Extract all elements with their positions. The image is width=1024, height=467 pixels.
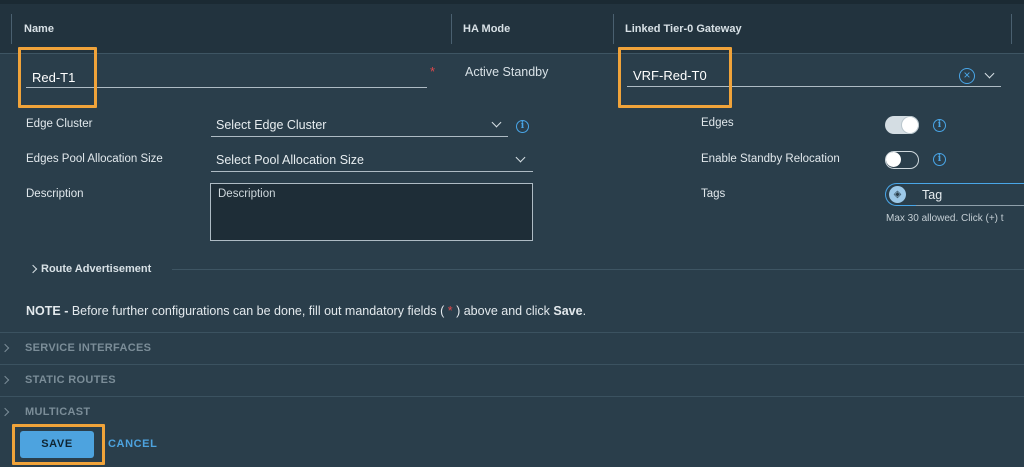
tag-icon: ◈ xyxy=(889,186,906,203)
info-icon[interactable]: i xyxy=(933,153,946,166)
tag-underline xyxy=(916,205,1024,206)
pool-allocation-underline xyxy=(211,171,533,172)
info-icon[interactable]: i xyxy=(933,119,946,132)
note-prefix: NOTE - xyxy=(26,304,69,318)
tags-hint: Max 30 allowed. Click (+) t xyxy=(886,213,1004,224)
section-title: SERVICE INTERFACES xyxy=(25,342,152,354)
table-header: Name HA Mode Linked Tier-0 Gateway xyxy=(0,4,1024,54)
required-asterisk: * xyxy=(430,64,436,79)
chevron-right-icon xyxy=(0,343,10,353)
column-divider xyxy=(1011,14,1012,44)
cancel-button[interactable]: CANCEL xyxy=(108,431,157,458)
chevron-down-icon[interactable] xyxy=(984,68,995,79)
tag-input[interactable]: ◈ Tag xyxy=(885,183,1024,206)
gateway-highlight-box xyxy=(618,47,732,108)
edges-toggle[interactable] xyxy=(885,116,919,134)
chevron-right-icon[interactable] xyxy=(28,264,38,274)
chevron-right-icon xyxy=(0,375,10,385)
section-static-routes[interactable]: STATIC ROUTES xyxy=(0,364,1024,396)
column-divider xyxy=(451,14,452,44)
section-service-interfaces[interactable]: SERVICE INTERFACES xyxy=(0,332,1024,364)
note-text: Before further configurations can be don… xyxy=(68,304,448,318)
description-label: Description xyxy=(26,188,84,200)
tags-label: Tags xyxy=(701,188,726,200)
tag-placeholder: Tag xyxy=(922,188,943,202)
description-placeholder: Description xyxy=(218,188,276,200)
clear-icon[interactable]: × xyxy=(959,68,975,84)
standby-relocation-label: Enable Standby Relocation xyxy=(701,153,840,165)
chevron-down-icon[interactable] xyxy=(491,117,502,128)
edge-cluster-label: Edge Cluster xyxy=(26,118,93,130)
column-divider xyxy=(11,14,12,44)
column-divider xyxy=(613,14,614,44)
column-header-ha-mode[interactable]: HA Mode xyxy=(463,4,510,54)
edge-cluster-underline xyxy=(211,136,508,137)
section-title: STATIC ROUTES xyxy=(25,374,116,386)
section-title: MULTICAST xyxy=(25,406,91,418)
chevron-right-icon xyxy=(0,407,10,417)
info-icon[interactable]: i xyxy=(516,120,529,133)
divider xyxy=(172,269,1024,270)
note-save-word: Save xyxy=(553,304,583,318)
note-period: . xyxy=(582,304,587,318)
name-highlight-box xyxy=(18,47,97,108)
pool-allocation-select[interactable]: Select Pool Allocation Size xyxy=(216,153,364,167)
mandatory-note: NOTE - Before further configurations can… xyxy=(26,304,586,318)
toggle-knob xyxy=(902,117,918,133)
standby-relocation-toggle[interactable] xyxy=(885,151,919,169)
toggle-knob xyxy=(886,152,901,167)
pool-allocation-label: Edges Pool Allocation Size xyxy=(26,153,163,165)
note-text: ) above and click xyxy=(452,304,554,318)
ha-mode-value: Active Standby xyxy=(465,65,549,79)
edge-cluster-select[interactable]: Select Edge Cluster xyxy=(216,118,326,132)
section-multicast[interactable]: MULTICAST xyxy=(0,396,1024,428)
description-textarea[interactable]: Description xyxy=(210,183,533,241)
save-highlight-box xyxy=(12,424,105,465)
edges-label: Edges xyxy=(701,117,734,129)
route-advertisement-toggle[interactable]: Route Advertisement xyxy=(41,263,151,275)
chevron-down-icon[interactable] xyxy=(515,152,526,163)
